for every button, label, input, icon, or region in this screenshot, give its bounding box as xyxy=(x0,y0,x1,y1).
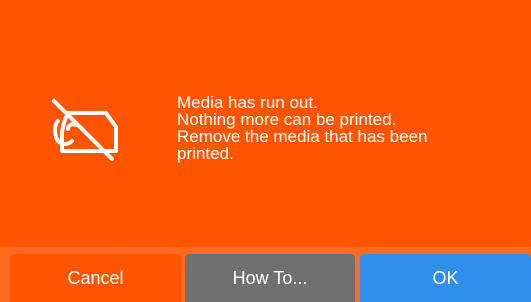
message-line: Nothing more can be printed. xyxy=(177,110,397,129)
cancel-button[interactable]: Cancel xyxy=(10,254,181,302)
how-to-button[interactable]: How To... xyxy=(185,254,355,302)
message-line: printed. xyxy=(177,144,234,163)
ok-button[interactable]: OK xyxy=(360,254,531,302)
message-line: Media has run out. xyxy=(177,93,318,112)
media-out-icon xyxy=(52,99,118,161)
alert-message: Media has run out. Nothing more can be p… xyxy=(177,94,497,162)
alert-panel: Media has run out. Nothing more can be p… xyxy=(0,0,531,247)
message-line: Remove the media that has been xyxy=(177,127,428,146)
media-out-dialog: Media has run out. Nothing more can be p… xyxy=(0,0,531,302)
